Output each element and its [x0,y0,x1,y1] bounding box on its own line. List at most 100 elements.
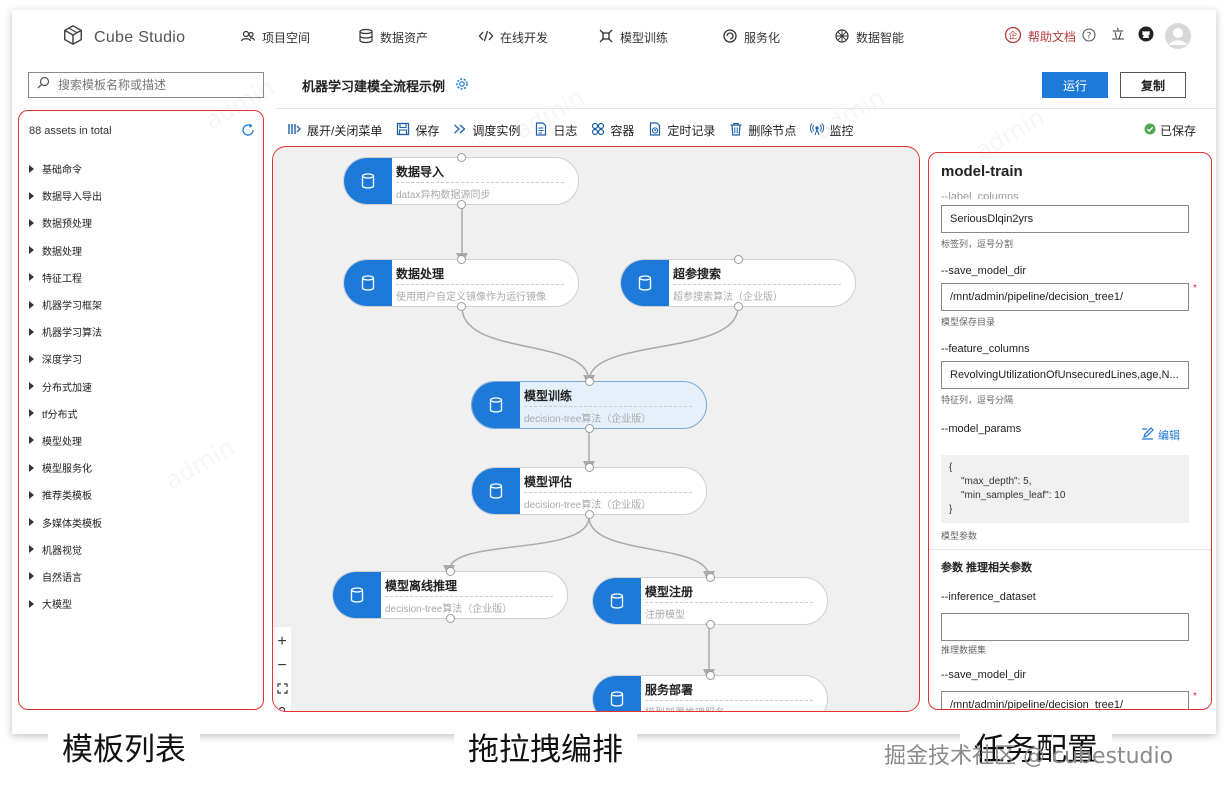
input-port[interactable] [457,255,466,264]
category-item[interactable]: 分布式加速 [29,373,102,400]
category-list: 基础命令 数据导入导出 数据预处理 数据处理 特征工程 机器学习框架 机器学习算法 深度学习分… [29,155,102,617]
nav-item-data-assets[interactable]: 数据资产 [358,28,428,47]
output-port[interactable] [457,200,466,209]
database-icon [621,260,669,306]
save-button[interactable]: 保存 [396,122,439,139]
output-port[interactable] [734,302,743,311]
nav-item-project-space[interactable]: 项目空间 [240,28,310,47]
inference-dataset-input[interactable] [941,613,1189,641]
nav-item-model-training[interactable]: 模型训练 [598,28,668,47]
nav-item-data-intelligence[interactable]: 数据智能 [834,28,904,47]
node-subtitle: decision-tree算法（企业版） [385,604,513,615]
params-line: "min_samples_leaf": 10 [961,490,1066,501]
input-port[interactable] [706,573,715,582]
save-model-dir-input[interactable]: /mnt/admin/pipeline/decision_tree1/ [941,283,1189,311]
node-model-training[interactable]: 模型训练 decision-tree算法（企业版） [471,377,707,433]
lock-icon[interactable] [277,703,287,711]
category-item[interactable]: 机器学习算法 [29,318,102,345]
help-docs-link[interactable]: 企 帮助文档 ? [1004,26,1096,47]
feature-columns-input[interactable]: RevolvingUtilizationOfUnsecuredLines,age… [941,361,1189,389]
output-port[interactable] [585,424,594,433]
output-port[interactable] [585,510,594,519]
caret-right-icon [29,518,34,527]
run-button[interactable]: 运行 [1042,72,1108,98]
input-port[interactable] [734,255,743,264]
delete-icon [729,122,743,139]
category-item[interactable]: 深度学习 [29,345,102,372]
toolbar-label: 容器 [610,123,635,138]
edit-params-button[interactable]: 编辑 [1141,427,1180,443]
model-params-editor[interactable]: { "max_depth": 5, "min_samples_leaf": 10… [941,455,1189,523]
output-port[interactable] [457,302,466,311]
nav-item-online-dev[interactable]: 在线开发 [478,28,548,47]
language-icon[interactable]: ⽴ [1110,26,1126,42]
node-title: 数据导入 [396,165,445,179]
save-model-dir2-label: --save_model_dir [941,669,1026,681]
divider [929,549,1211,550]
toolbar-label: 删除节点 [748,123,797,138]
zoom-out-icon[interactable]: − [277,655,286,677]
timer-record-button[interactable]: 定时记录 [648,121,715,139]
input-port[interactable] [585,463,594,472]
node-model-register[interactable]: 模型注册 注册模型 [592,573,828,629]
log-button[interactable]: 日志 [534,121,577,139]
input-port[interactable] [706,671,715,680]
category-item[interactable]: tf分布式 [29,400,102,427]
node-hyperparam-search[interactable]: 超参搜索 超参搜索算法（企业版） [620,255,856,311]
node-offline-inference[interactable]: 模型离线推理 decision-tree算法（企业版） [332,567,568,623]
toggle-menu-button[interactable]: 展开/关闭菜单 [288,122,382,139]
search-input[interactable] [58,78,258,92]
help-icon: ? [1082,28,1096,45]
code-icon [478,28,494,47]
brand[interactable]: Cube Studio [62,24,185,51]
container-button[interactable]: 容器 [591,122,634,139]
category-item[interactable]: 机器学习框架 [29,291,102,318]
node-data-processing[interactable]: 数据处理 使用用户自定义镜像作为运行镜像 [343,255,579,311]
label-columns-input[interactable]: SeriousDlqin2yrs [941,205,1189,233]
required-mark: * [1193,691,1197,702]
input-port[interactable] [585,377,594,386]
refresh-icon[interactable] [241,123,255,142]
nav-item-service[interactable]: 服务化 [722,28,780,47]
category-item[interactable]: 模型处理 [29,427,102,454]
category-item[interactable]: 多媒体类模板 [29,508,102,535]
output-port[interactable] [706,620,715,629]
category-item[interactable]: 数据导入导出 [29,182,102,209]
category-item[interactable]: 模型服务化 [29,454,102,481]
avatar[interactable] [1164,22,1192,50]
label-columns-label: --label_columns [941,191,1019,199]
input-port[interactable] [446,567,455,576]
template-search[interactable] [28,72,264,98]
category-item[interactable]: 基础命令 [29,155,102,182]
fit-view-icon[interactable] [276,679,288,701]
node-model-evaluation[interactable]: 模型评估 decision-tree算法（企业版） [471,463,707,519]
edge-eval-to-register [588,516,715,583]
save-model-dir2-input[interactable]: /mnt/admin/pipeline/decision_tree1/ [941,691,1189,709]
category-item[interactable]: 推荐类模板 [29,481,102,508]
schedule-instance-button[interactable]: 调度实例 [453,122,520,139]
node-data-import[interactable]: 数据导入 datax异构数据源同步 [343,153,579,209]
node-title: 超参搜索 [673,267,722,281]
node-title: 服务部署 [645,683,694,697]
input-port[interactable] [457,153,466,162]
node-title: 数据处理 [396,267,445,281]
settings-gear-icon[interactable] [455,77,469,94]
output-port[interactable] [446,614,455,623]
category-item[interactable]: 机器视觉 [29,536,102,563]
delete-node-button[interactable]: 删除节点 [729,122,796,139]
copy-button[interactable]: 复制 [1120,72,1186,98]
zoom-in-icon[interactable]: + [277,631,286,653]
github-icon[interactable] [1138,26,1154,42]
node-service-deploy[interactable]: 服务部署模型部署推理服务 [592,671,828,711]
category-item[interactable]: 数据预处理 [29,209,102,236]
caret-right-icon [29,409,34,418]
category-item[interactable]: 大模型 [29,590,102,617]
monitor-button[interactable]: 监控 [810,122,853,139]
category-item[interactable]: 数据处理 [29,237,102,264]
category-label: 大模型 [42,600,72,612]
save-model-dir-help: 模型保存目录 [941,317,996,327]
category-item[interactable]: 自然语言 [29,563,102,590]
params-line: { [949,462,953,473]
pipeline-canvas[interactable]: 数据导入 datax异构数据源同步 数据处理 使用用户自定义镜像作为运行镜像 超参搜… [272,146,920,712]
category-item[interactable]: 特征工程 [29,264,102,291]
